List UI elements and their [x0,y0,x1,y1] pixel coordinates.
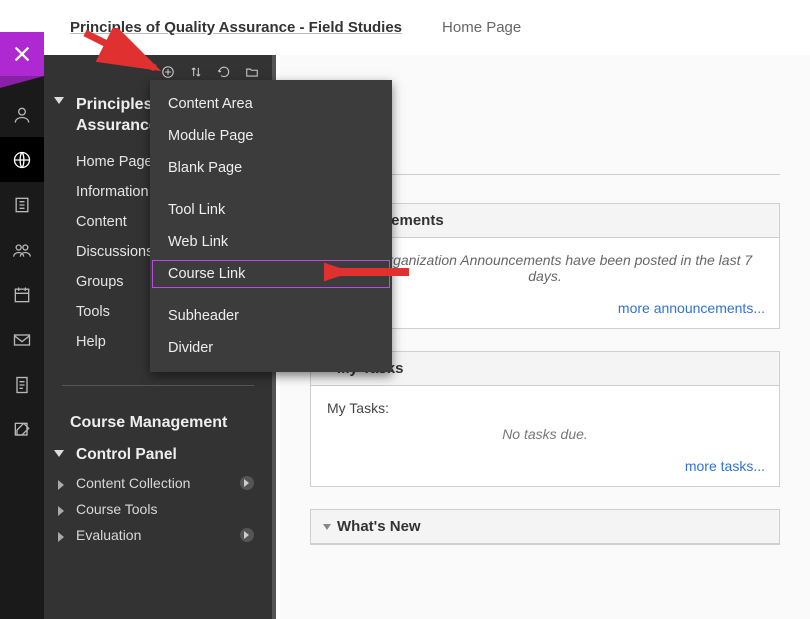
doc-icon [12,375,32,395]
refresh-icon [217,65,231,79]
dd-separator [150,290,392,300]
cp-evaluation[interactable]: Evaluation [44,522,272,548]
rail-courses[interactable] [0,137,44,182]
annotation-arrow-2 [324,257,414,287]
chevron-down-icon [323,524,331,530]
profile-icon [12,105,32,125]
chevron-down-icon [54,97,64,104]
panel-whats-new: What's New [310,509,780,545]
calendar-icon [12,285,32,305]
compose-icon [12,420,32,440]
rail-community[interactable] [0,227,44,272]
dd-separator [150,184,392,194]
chevron-right-icon [58,532,64,542]
control-panel-label: Control Panel [76,446,177,463]
breadcrumb-page[interactable]: Home Page [442,19,521,36]
folder-icon [245,65,259,79]
org-icon [12,195,32,215]
rail-calendar[interactable] [0,272,44,317]
add-menu-dropdown: Content Area Module Page Blank Page Tool… [150,80,392,372]
cp-item-label: Course Tools [76,501,157,517]
go-icon[interactable] [240,528,254,542]
globe-icon [12,150,32,170]
control-panel-list: Content Collection Course Tools Evaluati… [44,470,272,548]
course-management-heading: Course Management [44,398,272,440]
dd-divider[interactable]: Divider [150,332,392,364]
rail-grades[interactable] [0,362,44,407]
chevron-right-icon [58,480,64,490]
refresh-button[interactable] [216,64,232,80]
reorder-button[interactable] [188,64,204,80]
annotation-arrow-1 [80,28,180,88]
sidebar-divider [62,385,254,386]
panel-title: What's New [337,518,421,535]
cp-content-collection[interactable]: Content Collection [44,470,272,496]
rail-profile[interactable] [0,92,44,137]
panel-body-tasks: My Tasks: No tasks due. [311,386,779,452]
chevron-down-icon [54,450,64,457]
dd-content-area[interactable]: Content Area [150,88,392,120]
course-title-line2: Assurance [76,117,158,134]
cp-item-label: Content Collection [76,475,190,491]
panel-head-whatsnew[interactable]: What's New [311,510,779,544]
go-icon[interactable] [240,476,254,490]
nav-rail [0,32,44,619]
cp-item-label: Evaluation [76,527,141,543]
dd-module-page[interactable]: Module Page [150,120,392,152]
updown-icon [189,65,203,79]
rail-messages[interactable] [0,317,44,362]
tasks-label: My Tasks: [327,400,763,416]
people-icon [12,240,32,260]
chevron-right-icon [58,506,64,516]
more-tasks-link[interactable]: more tasks... [685,458,765,474]
cp-course-tools[interactable]: Course Tools [44,496,272,522]
dd-blank-page[interactable]: Blank Page [150,152,392,184]
close-icon [11,43,33,65]
more-announcements-link[interactable]: more announcements... [618,300,765,316]
control-panel-heading[interactable]: Control Panel [44,440,272,470]
dd-web-link[interactable]: Web Link [150,226,392,258]
rail-organizations[interactable] [0,182,44,227]
rail-tools[interactable] [0,407,44,452]
close-button[interactable] [0,32,44,76]
tasks-empty: No tasks due. [327,426,763,442]
dd-subheader[interactable]: Subheader [150,300,392,332]
folder-button[interactable] [244,64,260,80]
mail-icon [12,330,32,350]
dd-tool-link[interactable]: Tool Link [150,194,392,226]
